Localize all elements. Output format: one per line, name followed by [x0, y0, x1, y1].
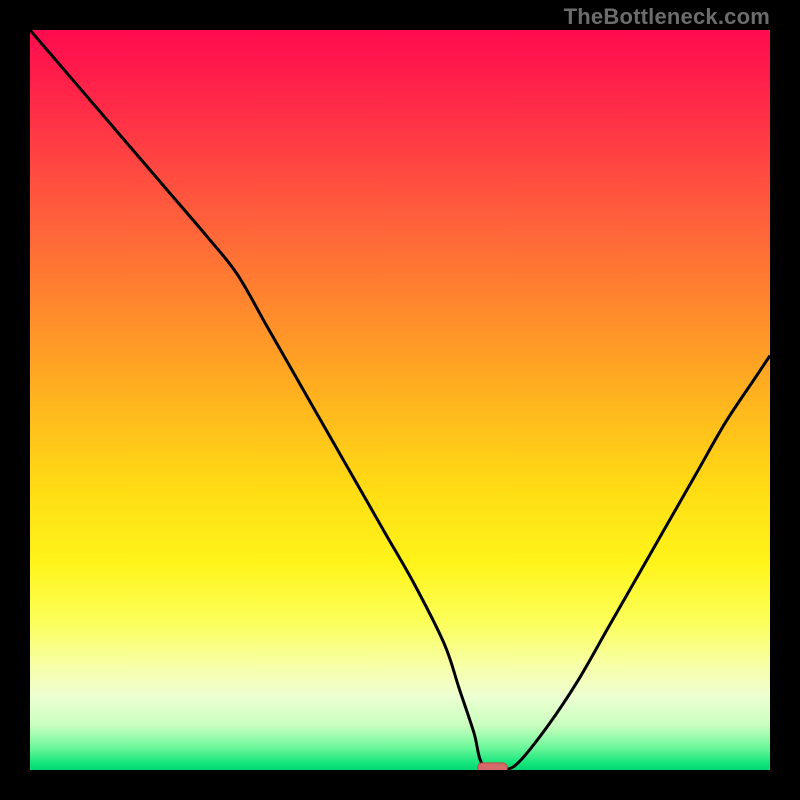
plot-svg [30, 30, 770, 770]
chart-frame: TheBottleneck.com [0, 0, 800, 800]
watermark-text: TheBottleneck.com [564, 4, 770, 30]
min-marker [478, 763, 508, 770]
plot-area [30, 30, 770, 770]
bottleneck-curve [30, 30, 770, 770]
